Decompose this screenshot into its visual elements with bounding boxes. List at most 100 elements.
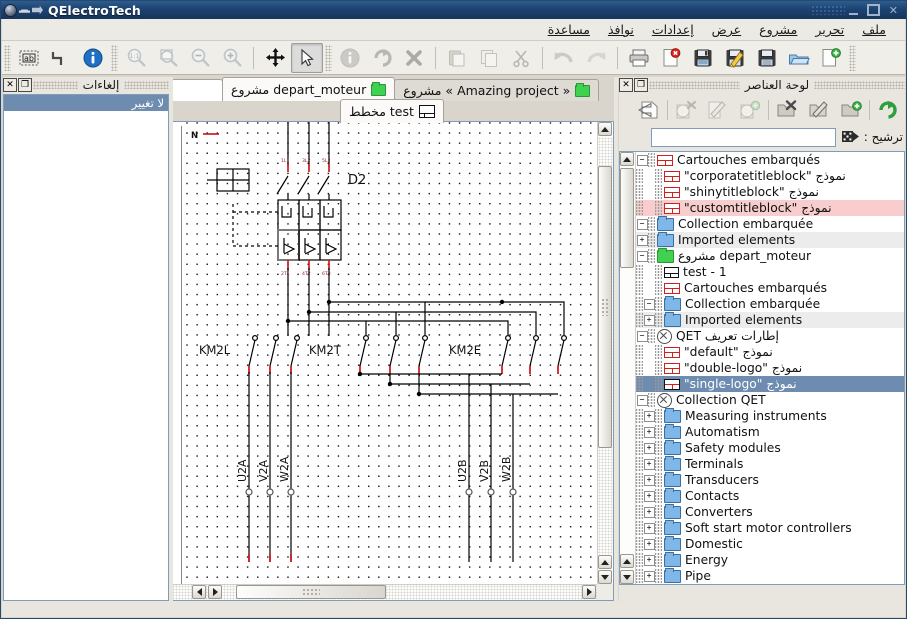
canvas-vertical-scrollbar[interactable]	[597, 122, 613, 584]
tree-expander[interactable]: −	[643, 296, 655, 312]
tree-item[interactable]: + Converters	[636, 503, 904, 520]
tree-expander[interactable]: +	[643, 424, 655, 440]
new-category-button[interactable]	[835, 96, 867, 124]
tree-expander[interactable]	[643, 168, 655, 184]
scroll-right-button[interactable]	[582, 585, 596, 599]
tree-item[interactable]: نموذج "shinytitleblock"	[636, 184, 904, 200]
pan-tool-button[interactable]	[259, 43, 291, 73]
toolbar-drag-handle-4[interactable]	[849, 44, 856, 71]
tree-expander[interactable]: +	[643, 440, 655, 456]
edit-element-button[interactable]	[702, 96, 734, 124]
tree-expander[interactable]: +	[643, 488, 655, 504]
tree-item[interactable]: + Safety modules	[636, 439, 904, 456]
zoom-fit-button[interactable]	[152, 43, 184, 73]
tree-expander[interactable]: +	[643, 536, 655, 552]
toolbar-drag-handle-2[interactable]	[111, 44, 118, 71]
open-element-button[interactable]	[633, 96, 665, 124]
tree-expander[interactable]: −	[636, 392, 648, 408]
tree-item[interactable]: − Cartouches embarqués	[636, 152, 904, 168]
tree-scroll-thumb[interactable]	[620, 168, 634, 268]
scroll-right-button-inner[interactable]	[208, 585, 222, 599]
tree-expander[interactable]	[643, 344, 655, 360]
tree-item[interactable]: + Domestic	[636, 535, 904, 552]
new-element-button[interactable]	[734, 96, 766, 124]
undo-panel-float-button[interactable]: ❐	[18, 78, 32, 92]
tree-item[interactable]: + Imported elements	[636, 231, 904, 248]
tree-item[interactable]: + Measuring instruments	[636, 407, 904, 424]
cut-button[interactable]	[505, 43, 537, 73]
tab-project-amazing[interactable]: « Amazing project » مشروع	[394, 79, 600, 101]
tree-expander[interactable]	[643, 280, 655, 296]
refresh-collections-button[interactable]	[872, 96, 904, 124]
tree-item[interactable]: نموذج "customtitleblock"	[636, 200, 904, 216]
tree-expander[interactable]	[643, 184, 655, 200]
tree-item[interactable]: + Imported elements	[636, 311, 904, 328]
add-text-button[interactable]: ab	[13, 43, 45, 73]
menu-edit[interactable]: تحرير	[806, 20, 853, 39]
elements-tree-scrollbar[interactable]	[620, 152, 636, 584]
list-item[interactable]: لا تغيير	[4, 95, 168, 111]
tree-item[interactable]: + Energy	[636, 551, 904, 568]
tree-item[interactable]: − depart_moteur مشروع	[636, 247, 904, 264]
filter-input[interactable]	[651, 127, 836, 147]
redo-button[interactable]	[548, 43, 580, 73]
undo-panel-close-button[interactable]: ✕	[3, 78, 17, 92]
tab-diagram-test[interactable]: test مخطط	[340, 99, 444, 123]
hscroll-thumb[interactable]	[236, 585, 386, 599]
tree-item[interactable]: + Contacts	[636, 487, 904, 504]
close-project-button[interactable]	[655, 43, 687, 73]
tree-item[interactable]: + Soft start motor controllers	[636, 519, 904, 536]
scroll-up-button[interactable]	[598, 122, 612, 136]
scroll-down-button[interactable]	[598, 570, 612, 584]
save-all-button[interactable]	[751, 43, 783, 73]
open-button[interactable]	[783, 43, 815, 73]
tab-project-depart-moteur[interactable]: depart_moteur مشروع	[222, 77, 396, 101]
tree-expander[interactable]: +	[643, 552, 655, 568]
toolbar-drag-handle-3[interactable]	[325, 44, 332, 71]
properties-button[interactable]	[334, 43, 366, 73]
tree-expander[interactable]: −	[636, 216, 648, 232]
delete-button[interactable]	[398, 43, 430, 73]
copy-button[interactable]	[473, 43, 505, 73]
element-info-button[interactable]	[77, 43, 109, 73]
save-as-button[interactable]	[719, 43, 751, 73]
menu-windows[interactable]: نوافذ	[599, 20, 643, 39]
tree-item[interactable]: test - 1	[636, 264, 904, 280]
menu-help[interactable]: مساعدة	[539, 20, 599, 39]
menu-project[interactable]: مشروع	[750, 20, 806, 39]
menu-file[interactable]: ملف	[853, 20, 895, 39]
tree-expander[interactable]: +	[643, 408, 655, 424]
tree-scroll-up-button[interactable]	[620, 152, 634, 166]
tree-item[interactable]: نموذج "default"	[636, 344, 904, 360]
zoom-reset-button[interactable]: 1:1	[120, 43, 152, 73]
tree-expander[interactable]: −	[636, 248, 648, 264]
elements-tree[interactable]: − Cartouches embarqués نموذج "corporatetit…	[636, 152, 904, 584]
menu-settings[interactable]: إعدادات	[643, 20, 703, 39]
tree-expander[interactable]: +	[636, 232, 648, 248]
paste-button[interactable]	[441, 43, 473, 73]
tree-item[interactable]: نموذج "corporatetitleblock"	[636, 168, 904, 184]
tree-item[interactable]: − Collection embarquée	[636, 295, 904, 312]
tree-scroll-down-button-2[interactable]	[620, 570, 634, 584]
tree-scroll-down-button[interactable]	[620, 554, 634, 568]
filter-text-field[interactable]	[652, 128, 835, 146]
tree-expander[interactable]: +	[643, 312, 655, 328]
tree-expander[interactable]	[643, 264, 655, 280]
new-button[interactable]	[815, 43, 847, 73]
tree-item[interactable]: + Pipe	[636, 567, 904, 584]
minimize-button[interactable]	[848, 6, 858, 15]
canvas-horizontal-scrollbar[interactable]	[172, 584, 597, 600]
rotate-button[interactable]	[366, 43, 398, 73]
scroll-left-button[interactable]	[192, 585, 206, 599]
left-splitter[interactable]	[169, 77, 173, 601]
print-button[interactable]	[623, 43, 655, 73]
tree-item[interactable]: − إطارات تعريف QET	[636, 328, 904, 344]
scroll-down-button-upper[interactable]	[598, 555, 612, 569]
maximize-button[interactable]	[866, 4, 880, 16]
tree-item[interactable]: + Transducers	[636, 471, 904, 488]
tree-expander[interactable]: +	[643, 568, 655, 584]
close-button[interactable]: ✕	[889, 5, 898, 16]
tree-expander[interactable]: +	[643, 504, 655, 520]
undo-list[interactable]: لا تغيير	[3, 94, 169, 601]
zoom-in-button[interactable]	[216, 43, 248, 73]
